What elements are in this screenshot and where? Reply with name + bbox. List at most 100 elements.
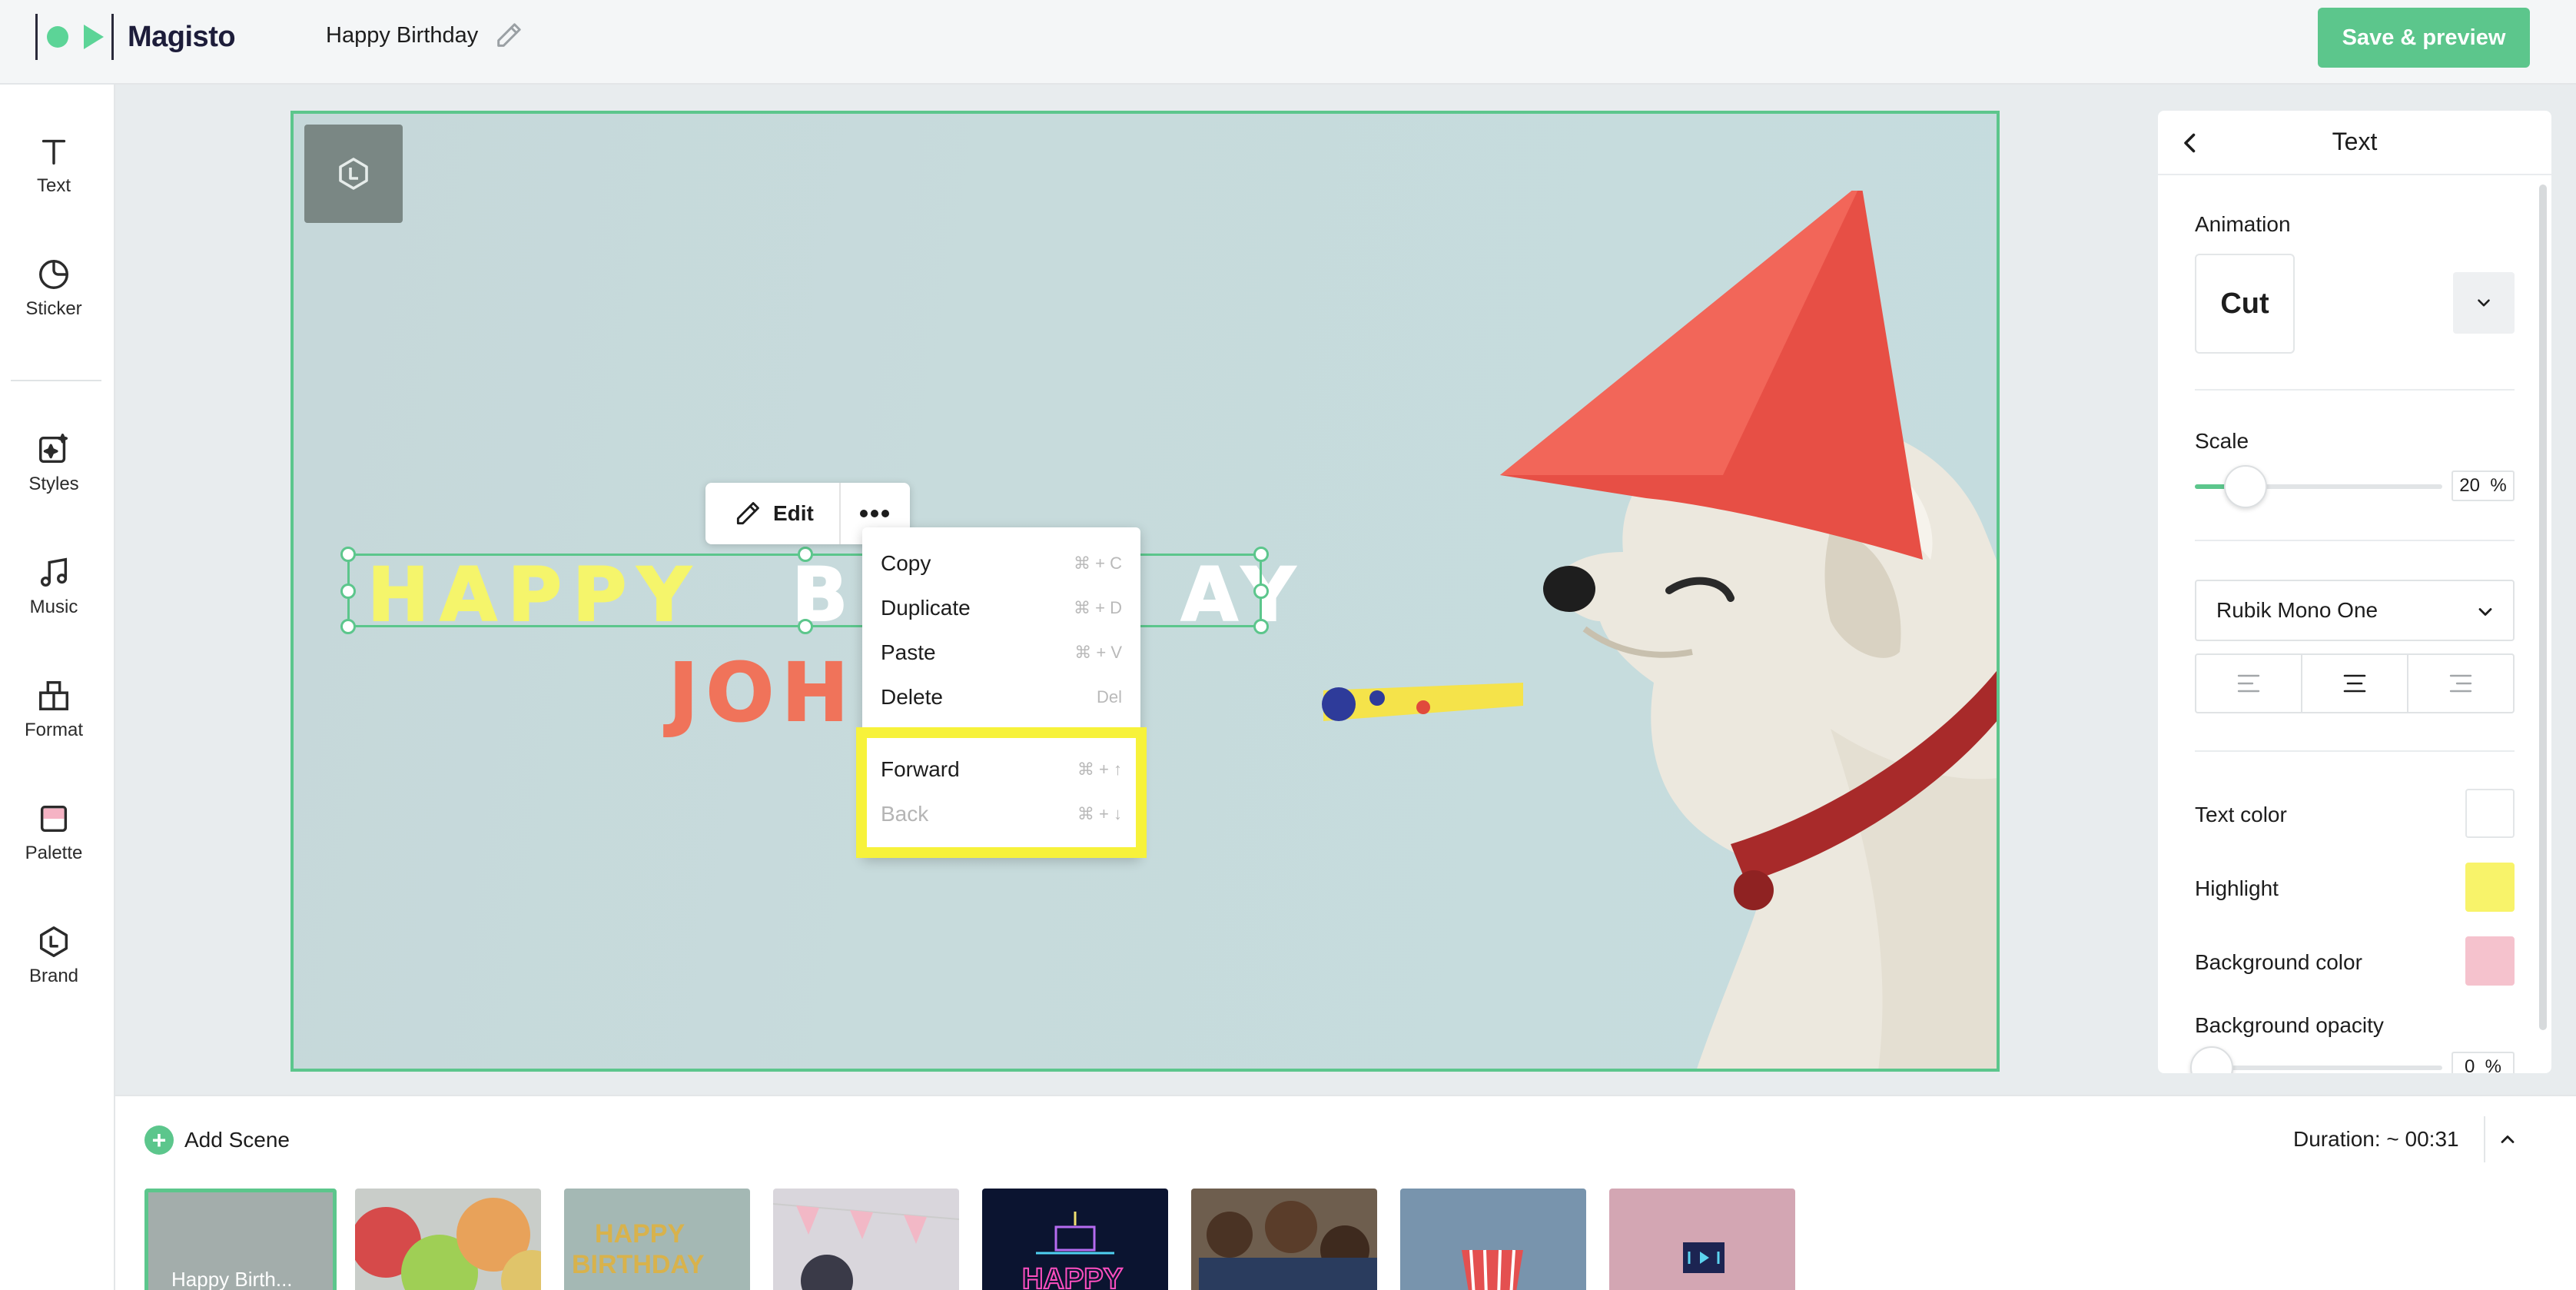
name-text[interactable]: JOH: [668, 645, 856, 740]
panel-divider: [2195, 389, 2515, 391]
chevron-down-icon: [2478, 299, 2490, 307]
menu-item-duplicate[interactable]: Duplicate ⌘ + D: [862, 586, 1140, 630]
scene-thumbnail[interactable]: [355, 1189, 541, 1290]
sidebar-item-label: Text: [36, 175, 71, 196]
highlight-label: Highlight: [2195, 876, 2279, 900]
logo-record-icon: [47, 26, 68, 48]
scene-thumbnail[interactable]: [773, 1189, 959, 1290]
edit-button[interactable]: Edit: [705, 483, 841, 544]
sticker-icon: [39, 260, 68, 289]
resize-handle[interactable]: [1253, 547, 1269, 562]
background-opacity-label: Background opacity: [2195, 1013, 2384, 1037]
sidebar-item-sticker[interactable]: Sticker: [0, 238, 108, 338]
sidebar-item-label: Palette: [25, 843, 83, 863]
sidebar-item-label: Music: [29, 597, 78, 617]
menu-item-copy[interactable]: Copy ⌘ + C: [862, 541, 1140, 586]
scene-caption: Happy Birth...: [171, 1268, 293, 1290]
resize-handle[interactable]: [1253, 583, 1269, 599]
sidebar-item-label: Sticker: [25, 298, 82, 319]
highlight-color-swatch[interactable]: [2465, 863, 2515, 912]
video-placeholder-image: [1683, 1242, 1725, 1273]
resize-handle[interactable]: [340, 547, 356, 562]
resize-handle[interactable]: [340, 583, 356, 599]
gold-letters-image: HAPPY BIRTHDAY: [572, 1219, 705, 1279]
text-properties-panel: Text Animation Cut Scale 20 % Rubik Mono…: [2158, 111, 2551, 1073]
background-color-swatch[interactable]: [2465, 936, 2515, 986]
sidebar-item-text[interactable]: Text: [0, 115, 108, 215]
project-title[interactable]: Happy Birthday: [326, 23, 478, 48]
menu-item-shortcut: ⌘ + C: [1074, 554, 1122, 573]
save-preview-button[interactable]: Save & preview: [2318, 8, 2530, 68]
brand-logo-placeholder[interactable]: [304, 125, 403, 223]
left-sidebar: Text Sticker Styles Music Format Palette…: [0, 85, 115, 1290]
scale-slider-knob[interactable]: [2224, 465, 2267, 508]
resize-handle[interactable]: [1253, 619, 1269, 634]
scale-value-field[interactable]: 20 %: [2452, 470, 2515, 501]
opacity-value-field[interactable]: 0 %: [2452, 1052, 2515, 1073]
scene-thumbnail[interactable]: HAPPY: [982, 1189, 1168, 1290]
align-right-button[interactable]: [2408, 655, 2513, 712]
svg-text:BIRTHDAY: BIRTHDAY: [572, 1250, 705, 1279]
menu-item-paste[interactable]: Paste ⌘ + V: [862, 630, 1140, 675]
svg-text:HAPPY: HAPPY: [595, 1219, 685, 1248]
menu-item-shortcut: ⌘ + D: [1074, 598, 1122, 617]
logo-bar-icon: [35, 14, 38, 60]
panel-scrollbar[interactable]: [2539, 185, 2547, 1030]
align-left-button[interactable]: [2196, 655, 2302, 712]
scene-thumbnail[interactable]: Happy Birth...: [144, 1189, 337, 1290]
palette-icon: [40, 805, 68, 833]
panel-divider: [2195, 540, 2515, 541]
scene-thumbnail[interactable]: [1191, 1189, 1377, 1290]
animation-preview[interactable]: Cut: [2195, 254, 2295, 354]
resize-handle[interactable]: [798, 547, 813, 562]
scale-slider[interactable]: [2195, 465, 2442, 508]
sidebar-divider: [11, 380, 101, 381]
family-party-image: [1199, 1201, 1377, 1290]
opacity-slider-knob[interactable]: [2190, 1046, 2233, 1073]
font-family-value: Rubik Mono One: [2216, 598, 2378, 622]
font-family-dropdown[interactable]: Rubik Mono One: [2195, 580, 2515, 641]
scene-thumbnail[interactable]: HAPPY BIRTHDAY: [564, 1189, 750, 1290]
text-color-swatch[interactable]: [2465, 789, 2515, 838]
animation-dropdown-button[interactable]: [2453, 272, 2515, 334]
edit-label: Edit: [773, 501, 814, 525]
chevron-down-icon: [2478, 608, 2492, 616]
music-icon: [40, 557, 68, 587]
menu-item-label: Duplicate: [881, 596, 971, 620]
magisto-logo[interactable]: Magisto: [35, 14, 236, 60]
styles-icon: [39, 434, 68, 464]
menu-item-label: Delete: [881, 685, 943, 709]
sidebar-item-label: Format: [24, 720, 83, 740]
neon-cake-image: HAPPY: [1021, 1212, 1124, 1290]
sidebar-item-format[interactable]: Format: [0, 660, 108, 760]
scenes-strip: + Add Scene Duration: ~ 00:31 Happy Birt…: [115, 1095, 2576, 1290]
opacity-unit: %: [2485, 1056, 2502, 1073]
more-dots-icon: [860, 510, 889, 517]
sidebar-item-brand[interactable]: Brand: [0, 906, 108, 1006]
sidebar-item-styles[interactable]: Styles: [0, 414, 108, 514]
menu-item-label: Copy: [881, 551, 931, 575]
collapse-strip-button[interactable]: [2484, 1116, 2530, 1162]
bunting-image: [773, 1203, 959, 1290]
duration-display: Duration: ~ 00:31: [2293, 1127, 2459, 1151]
animation-label: Animation: [2195, 212, 2291, 236]
panel-header: Text: [2158, 111, 2551, 175]
menu-item-shortcut: ⌘ + V: [1074, 643, 1122, 662]
sidebar-item-palette[interactable]: Palette: [0, 783, 108, 883]
background-opacity-slider[interactable]: [2190, 1046, 2442, 1073]
scene-canvas[interactable]: HAPPY BI AY JOH Edit Copy ⌘ + C Duplicat…: [290, 111, 2000, 1072]
add-scene-button[interactable]: + Add Scene: [144, 1125, 290, 1155]
resize-handle[interactable]: [340, 619, 356, 634]
align-right-icon: [2449, 674, 2472, 693]
scene-thumbnail[interactable]: [1609, 1189, 1795, 1290]
menu-item-shortcut: Del: [1096, 687, 1122, 707]
brand-logo-icon: [339, 158, 368, 190]
resize-handle[interactable]: [798, 619, 813, 634]
pencil-icon: [736, 502, 759, 525]
align-left-icon: [2237, 674, 2260, 693]
align-center-button[interactable]: [2302, 655, 2408, 712]
pencil-icon[interactable]: [493, 20, 524, 51]
sidebar-item-music[interactable]: Music: [0, 537, 108, 637]
menu-item-delete[interactable]: Delete Del: [862, 675, 1140, 720]
scene-thumbnail[interactable]: [1400, 1189, 1586, 1290]
